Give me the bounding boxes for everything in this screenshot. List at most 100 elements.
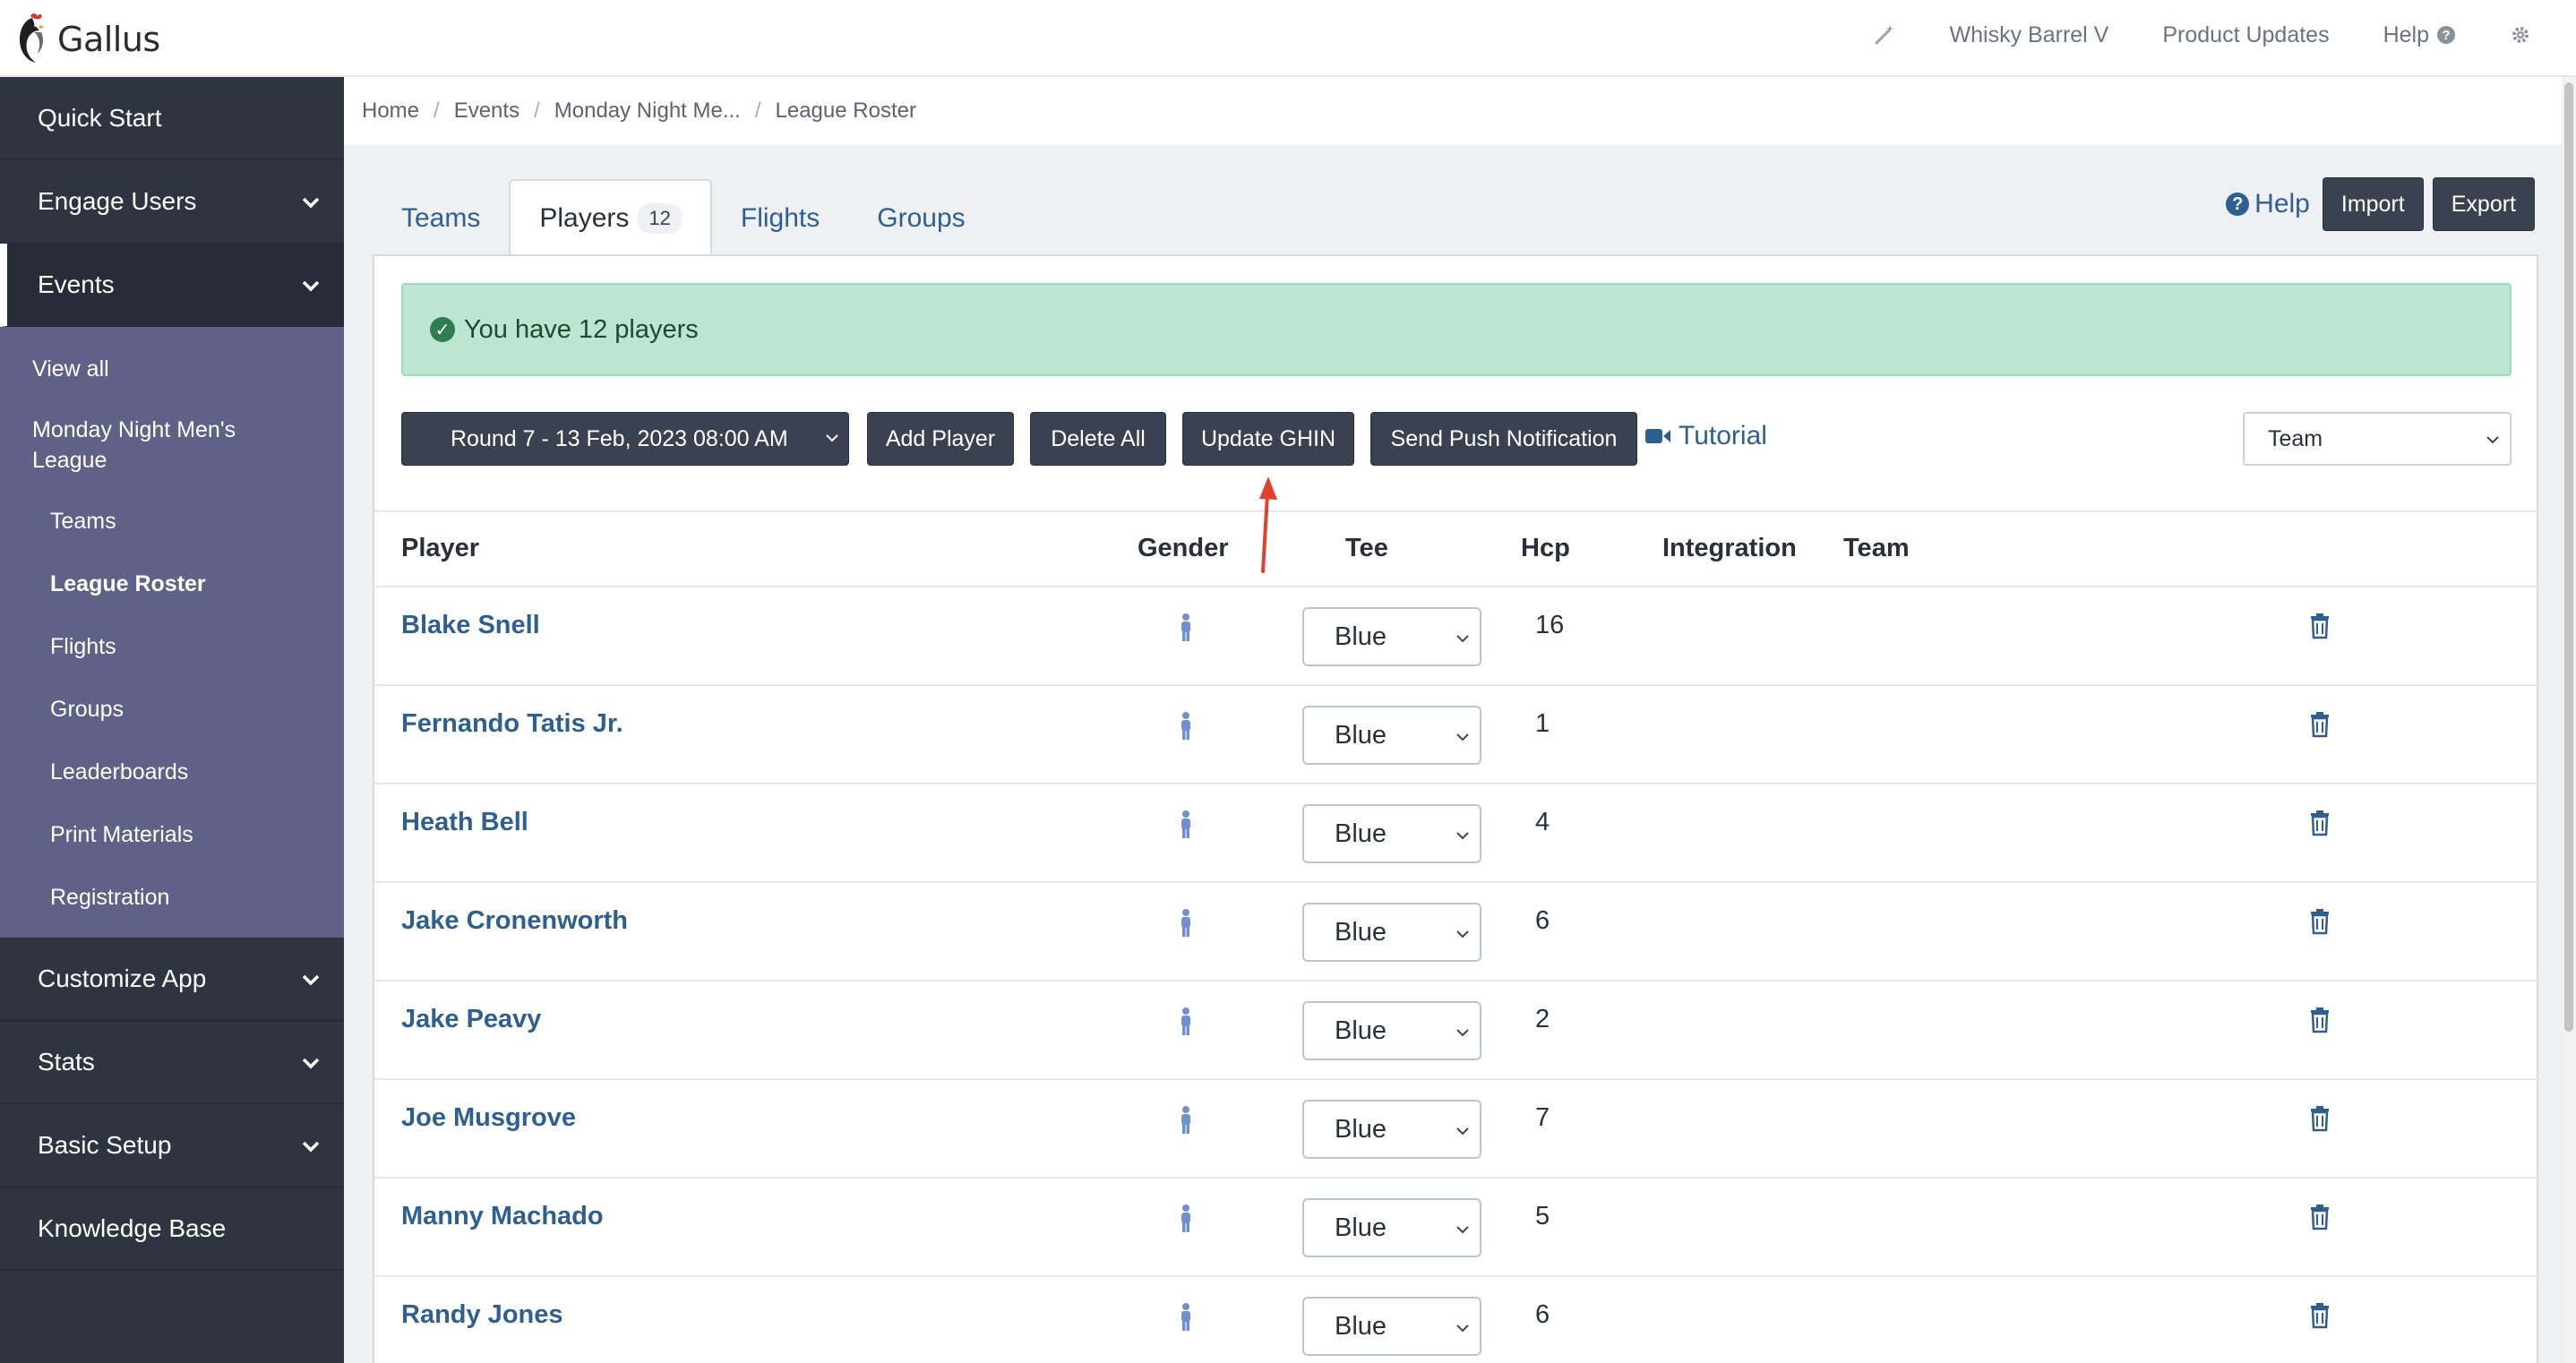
- sidebar-subitem-leaderboards[interactable]: Leaderboards: [0, 741, 344, 803]
- tab-teams[interactable]: Teams: [373, 181, 509, 256]
- scrollbar-thumb[interactable]: [2564, 82, 2573, 1032]
- update-ghin-button[interactable]: Update GHIN: [1182, 412, 1354, 466]
- help-menu[interactable]: Help ?: [2383, 22, 2456, 48]
- tee-select-value: Blue: [1335, 1213, 1387, 1242]
- export-button[interactable]: Export: [2432, 177, 2535, 231]
- column-integration[interactable]: Integration: [1662, 534, 1797, 563]
- sidebar-subitem-view-all[interactable]: View all: [0, 338, 344, 400]
- tee-select[interactable]: Blue: [1302, 903, 1481, 962]
- delete-all-button[interactable]: Delete All: [1030, 412, 1166, 466]
- magic-wand-button[interactable]: [1873, 23, 1896, 47]
- app-logo[interactable]: Gallus: [13, 13, 160, 66]
- column-hcp[interactable]: Hcp: [1521, 534, 1570, 563]
- table-row: Heath Bell Blue 4: [374, 784, 2540, 883]
- settings-button[interactable]: [2510, 24, 2531, 46]
- tee-select[interactable]: Blue: [1302, 607, 1481, 666]
- sidebar-subitem-flights[interactable]: Flights: [0, 615, 344, 678]
- tutorial-label: Tutorial: [1679, 421, 1767, 450]
- column-player[interactable]: Player: [401, 534, 479, 563]
- trash-icon[interactable]: [2309, 1302, 2331, 1329]
- chevron-down-icon: [2486, 436, 2499, 444]
- sidebar-item-quick-start[interactable]: Quick Start: [0, 77, 344, 160]
- add-player-button[interactable]: Add Player: [867, 412, 1014, 466]
- roster-tabs: Teams Players 12 Flights Groups: [373, 179, 994, 256]
- player-name-link[interactable]: Jake Peavy: [401, 1005, 541, 1034]
- page-scrollbar[interactable]: [2562, 77, 2576, 1363]
- tee-select[interactable]: Blue: [1302, 1001, 1481, 1060]
- trash-icon[interactable]: [2309, 1105, 2331, 1132]
- question-circle-icon: ?: [2437, 26, 2455, 44]
- player-name-link[interactable]: Manny Machado: [401, 1202, 604, 1231]
- chevron-down-icon: [1456, 1127, 1469, 1136]
- sidebar-item-engage-users[interactable]: Engage Users: [0, 160, 344, 244]
- product-updates-link[interactable]: Product Updates: [2162, 22, 2329, 48]
- table-row: Blake Snell Blue 16: [374, 587, 2540, 686]
- male-icon: [1181, 613, 1190, 641]
- sidebar: Quick Start Engage Users Events View all…: [0, 77, 344, 1363]
- handicap-value: 4: [1535, 808, 1550, 836]
- tee-select-value: Blue: [1335, 720, 1387, 750]
- breadcrumb-separator: /: [754, 99, 761, 123]
- sidebar-item-basic-setup[interactable]: Basic Setup: [0, 1104, 344, 1187]
- sidebar-subitem-registration[interactable]: Registration: [0, 866, 344, 929]
- round-select[interactable]: Round 7 - 13 Feb, 2023 08:00 AM: [401, 412, 849, 466]
- handicap-value: 5: [1535, 1202, 1550, 1230]
- column-gender[interactable]: Gender: [1138, 534, 1229, 563]
- chevron-down-icon: [1456, 1029, 1469, 1037]
- tee-select[interactable]: Blue: [1302, 1198, 1481, 1257]
- sidebar-subitem-teams[interactable]: Teams: [0, 490, 344, 553]
- player-name-link[interactable]: Joe Musgrove: [401, 1103, 576, 1133]
- player-name-link[interactable]: Jake Cronenworth: [401, 906, 628, 936]
- sidebar-item-customize-app[interactable]: Customize App: [0, 938, 344, 1021]
- table-row: Joe Musgrove Blue 7: [374, 1080, 2540, 1179]
- account-menu[interactable]: Whisky Barrel V: [1950, 22, 2109, 48]
- breadcrumb-league[interactable]: Monday Night Me...: [554, 99, 741, 124]
- tab-players-label: Players: [539, 203, 630, 233]
- breadcrumb-events[interactable]: Events: [454, 99, 519, 124]
- player-name-link[interactable]: Heath Bell: [401, 808, 528, 837]
- tee-select-value: Blue: [1335, 917, 1387, 947]
- player-name-link[interactable]: Randy Jones: [401, 1300, 563, 1330]
- tab-flights[interactable]: Flights: [712, 181, 848, 256]
- tee-select[interactable]: Blue: [1302, 1100, 1481, 1159]
- send-push-notification-button[interactable]: Send Push Notification: [1370, 412, 1637, 466]
- import-button[interactable]: Import: [2322, 177, 2424, 231]
- sidebar-item-stats[interactable]: Stats: [0, 1021, 344, 1104]
- sidebar-subitem-league[interactable]: Monday Night Men's League: [0, 400, 344, 490]
- tutorial-link[interactable]: Tutorial: [1644, 421, 1767, 451]
- sidebar-item-knowledge-base[interactable]: Knowledge Base: [0, 1187, 344, 1271]
- column-team[interactable]: Team: [1843, 534, 1910, 563]
- sidebar-subitem-groups[interactable]: Groups: [0, 678, 344, 741]
- trash-icon[interactable]: [2309, 1204, 2331, 1230]
- tab-groups[interactable]: Groups: [848, 181, 993, 256]
- tab-players[interactable]: Players 12: [509, 179, 712, 256]
- player-name-link[interactable]: Blake Snell: [401, 611, 540, 640]
- tee-select[interactable]: Blue: [1302, 804, 1481, 863]
- gear-icon: [2512, 27, 2529, 43]
- magic-wand-icon: [1875, 25, 1893, 45]
- sidebar-subitem-print-materials[interactable]: Print Materials: [0, 803, 344, 866]
- breadcrumb-home[interactable]: Home: [362, 99, 419, 124]
- tee-select[interactable]: Blue: [1302, 706, 1481, 765]
- sidebar-item-events[interactable]: Events: [0, 244, 344, 327]
- player-name-link[interactable]: Fernando Tatis Jr.: [401, 709, 623, 739]
- chevron-down-icon: [302, 280, 320, 292]
- sidebar-subitem-league-roster[interactable]: League Roster: [0, 553, 344, 615]
- column-tee[interactable]: Tee: [1345, 534, 1388, 563]
- handicap-value: 6: [1535, 906, 1550, 935]
- trash-icon[interactable]: [2309, 1007, 2331, 1033]
- trash-icon[interactable]: [2309, 810, 2331, 836]
- male-icon: [1181, 1204, 1190, 1232]
- video-camera-icon: [1645, 429, 1670, 443]
- tee-select[interactable]: Blue: [1302, 1297, 1481, 1356]
- page-actions: ? Help Import Export: [2226, 177, 2535, 231]
- male-icon: [1181, 712, 1190, 740]
- trash-icon[interactable]: [2309, 613, 2331, 639]
- trash-icon[interactable]: [2309, 711, 2331, 738]
- chevron-down-icon: [1456, 733, 1469, 742]
- help-link[interactable]: ? Help: [2226, 189, 2310, 219]
- chevron-down-icon: [302, 1058, 320, 1069]
- chevron-down-icon: [1456, 832, 1469, 840]
- trash-icon[interactable]: [2309, 908, 2331, 935]
- team-filter-select[interactable]: Team: [2243, 412, 2512, 466]
